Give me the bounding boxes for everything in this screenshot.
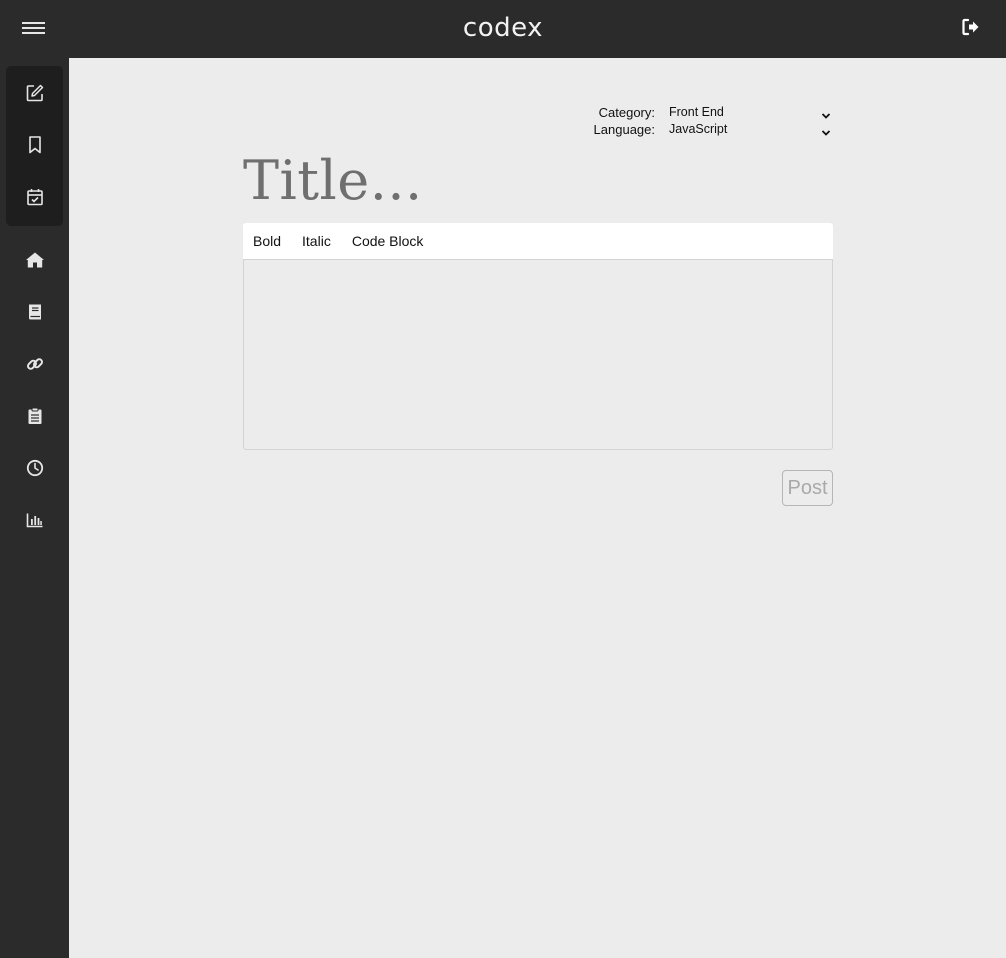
language-label: Language: [593, 122, 655, 137]
sidebar-item-history[interactable] [0, 446, 69, 490]
sidebar-item-links[interactable] [0, 342, 69, 386]
title-input[interactable]: Title... [243, 148, 643, 214]
link-icon [26, 355, 44, 373]
category-select[interactable]: Front End [669, 104, 833, 121]
home-icon [25, 251, 45, 269]
sidebar-item-stats[interactable] [0, 498, 69, 542]
category-value: Front End [669, 105, 724, 119]
calendar-check-icon [26, 187, 44, 207]
edit-icon [25, 83, 45, 103]
sidebar [0, 58, 69, 958]
code-block-button[interactable]: Code Block [352, 233, 424, 249]
language-select[interactable]: JavaScript [669, 121, 833, 138]
sidebar-item-new-post[interactable] [0, 71, 69, 115]
bookmark-icon [27, 135, 43, 155]
language-value: JavaScript [669, 122, 728, 136]
language-row: Language: JavaScript [593, 121, 833, 138]
post-body-textarea[interactable] [243, 259, 833, 450]
bold-button[interactable]: Bold [253, 233, 281, 249]
chevron-down-icon [821, 125, 831, 142]
book-icon [27, 303, 43, 321]
sidebar-item-library[interactable] [0, 290, 69, 334]
category-row: Category: Front End [593, 104, 833, 121]
sidebar-item-clipboard[interactable] [0, 394, 69, 438]
post-button[interactable]: Post [782, 470, 833, 506]
sidebar-item-tasks[interactable] [0, 175, 69, 219]
clipboard-icon [27, 407, 43, 425]
format-toolbar: Bold Italic Code Block [243, 223, 833, 259]
bar-chart-icon [26, 512, 44, 528]
top-bar: codex [0, 0, 1006, 58]
brand-logo[interactable]: codex [0, 10, 1006, 46]
post-meta: Category: Front End Language: JavaScript [593, 104, 833, 138]
sidebar-item-home[interactable] [0, 238, 69, 282]
sidebar-item-bookmarks[interactable] [0, 123, 69, 167]
sign-out-icon[interactable] [962, 18, 982, 38]
italic-button[interactable]: Italic [302, 233, 331, 249]
clock-icon [26, 459, 44, 477]
category-label: Category: [598, 105, 655, 120]
